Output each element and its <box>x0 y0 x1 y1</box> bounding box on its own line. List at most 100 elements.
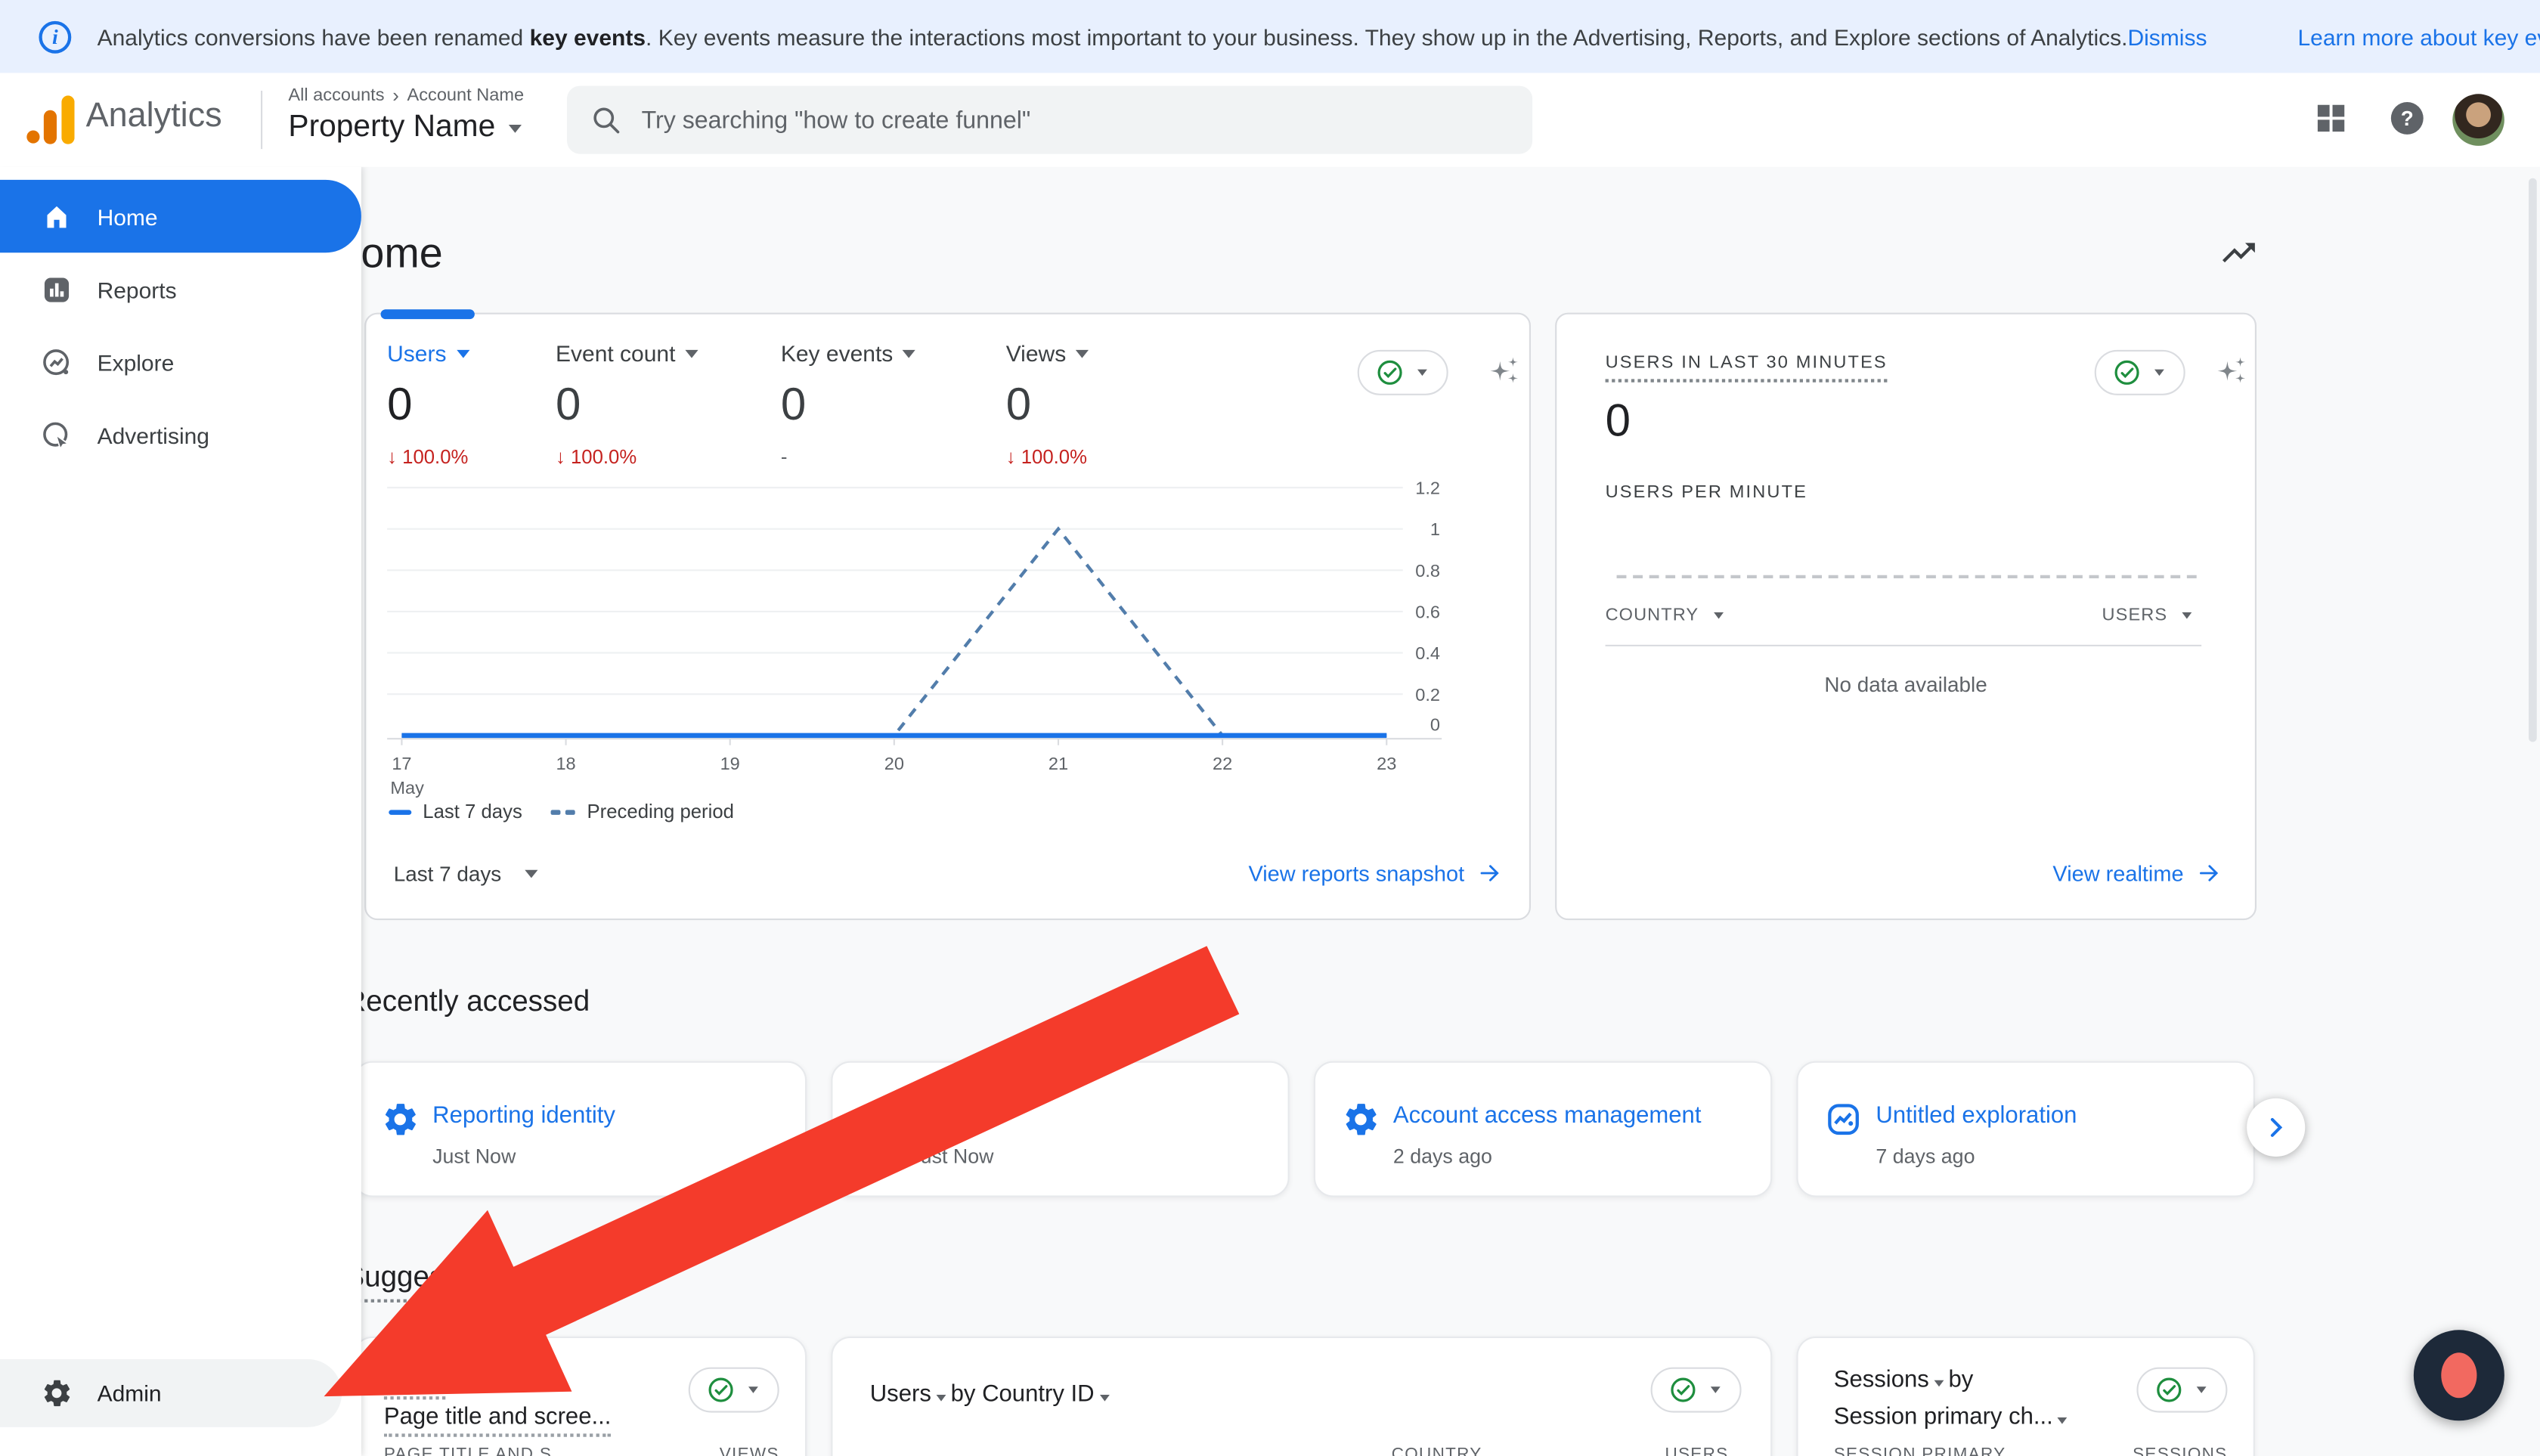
svg-text:20: 20 <box>884 754 904 773</box>
property-name: Property Name <box>288 110 495 146</box>
learn-more-link[interactable]: Learn more about key events <box>2297 23 2540 49</box>
sidebar-item-reports[interactable]: Reports <box>0 252 361 325</box>
app-name: Analytics <box>86 98 222 136</box>
card-metric[interactable]: Views <box>384 1368 446 1400</box>
svg-text:21: 21 <box>1049 754 1068 773</box>
chevron-down-icon <box>1714 612 1724 619</box>
search-bar[interactable] <box>567 86 1532 154</box>
view-realtime-link[interactable]: View realtime <box>2052 860 2222 886</box>
legend-preceding-period: Preceding period <box>551 801 734 823</box>
data-quality-pill[interactable] <box>1651 1368 1742 1413</box>
chevron-right-icon <box>2261 1113 2291 1142</box>
chevron-down-icon <box>508 124 521 132</box>
column-header: SESSIONS <box>2133 1445 2227 1456</box>
recent-card-admin[interactable]: Admin Just Now <box>831 1061 1289 1197</box>
svg-text:1: 1 <box>1430 519 1440 539</box>
sidebar-item-label: Advertising <box>98 422 209 448</box>
insights-icon[interactable] <box>2219 234 2258 272</box>
card-metric[interactable]: Sessions <box>1834 1368 1929 1393</box>
sidebar-item-home[interactable]: Home <box>0 180 361 252</box>
check-circle-icon <box>1668 1375 1697 1405</box>
card-metric[interactable]: Users <box>870 1382 931 1408</box>
svg-text:18: 18 <box>556 754 575 773</box>
chevron-down-icon <box>1076 349 1089 358</box>
chat-fab[interactable] <box>2414 1330 2504 1420</box>
check-circle-icon <box>2154 1375 2183 1405</box>
chevron-down-icon <box>524 870 537 878</box>
chevron-down-icon <box>1934 1380 1944 1387</box>
active-tab-indicator <box>381 309 475 319</box>
users-per-minute-label: USERS PER MINUTE <box>1606 483 1807 503</box>
property-switcher[interactable]: All accounts › Account Name Property Nam… <box>288 84 524 145</box>
column-header: SESSION PRIMARY ... <box>1834 1445 2028 1456</box>
recent-card-account-access-management[interactable]: Account access management 2 days ago <box>1314 1061 1772 1197</box>
legend-last-7-days: Last 7 days <box>389 801 522 823</box>
country-column-header[interactable]: COUNTRY <box>1606 606 1728 625</box>
suggested-card-views-by-page-title[interactable]: Views by Page title and scree... PAGE TI… <box>353 1337 807 1456</box>
carousel-next-button[interactable] <box>2247 1098 2305 1157</box>
scrollbar-thumb[interactable] <box>2529 178 2537 742</box>
insights-sparkle-icon[interactable] <box>1484 353 1522 392</box>
avatar[interactable] <box>2452 94 2504 146</box>
metric-key-events[interactable]: Key events 0 - <box>781 340 915 468</box>
search-input[interactable] <box>642 106 1510 133</box>
metric-value: 0 <box>556 379 698 431</box>
gear-icon <box>859 1100 897 1138</box>
reports-icon <box>41 273 73 305</box>
legend-dashed-swatch <box>551 809 575 813</box>
recent-card-title: Untitled exploration <box>1876 1103 2077 1129</box>
search-icon <box>590 104 622 136</box>
metric-users[interactable]: Users 0 ↓ 100.0% <box>387 340 469 468</box>
data-quality-pill[interactable] <box>2095 350 2185 395</box>
metric-label: Key events <box>781 340 893 366</box>
data-quality-pill[interactable] <box>1358 350 1448 395</box>
recent-card-reporting-identity[interactable]: Reporting identity Just Now <box>353 1061 807 1197</box>
metric-views[interactable]: Views 0 ↓ 100.0% <box>1006 340 1089 468</box>
help-button[interactable] <box>2388 99 2427 138</box>
recent-card-untitled-exploration[interactable]: Untitled exploration 7 days ago <box>1796 1061 2254 1197</box>
suggested-card-sessions-by-channel[interactable]: Sessionsby Session primary ch... SESSION… <box>1796 1337 2254 1456</box>
sidebar-item-label: Home <box>98 203 158 229</box>
breadcrumb-separator-icon: › <box>392 84 399 107</box>
metric-event-count[interactable]: Event count 0 ↓ 100.0% <box>556 340 698 468</box>
svg-text:0.8: 0.8 <box>1415 561 1440 581</box>
recent-card-time: Just Now <box>910 1145 993 1168</box>
realtime-title: USERS IN LAST 30 MINUTES <box>1606 353 1888 383</box>
card-dimension[interactable]: Page title and scree... <box>384 1405 612 1437</box>
dismiss-button[interactable]: Dismiss <box>2127 23 2207 49</box>
view-reports-snapshot-link[interactable]: View reports snapshot <box>1248 860 1503 886</box>
advertising-icon <box>41 419 73 451</box>
recent-card-time: 7 days ago <box>1876 1145 1975 1168</box>
metric-value: 0 <box>387 379 469 431</box>
metric-delta: ↓ 100.0% <box>387 445 469 468</box>
date-range-selector[interactable]: Last 7 days <box>394 862 537 886</box>
chevron-down-icon <box>456 349 469 358</box>
sidebar-item-explore[interactable]: Explore <box>0 326 361 398</box>
sidebar-item-advertising[interactable]: Advertising <box>0 398 361 471</box>
app-header: Analytics All accounts › Account Name Pr… <box>0 73 2540 166</box>
recently-accessed-title: Recently accessed <box>345 985 590 1019</box>
metric-delta: ↓ 100.0% <box>556 445 698 468</box>
data-quality-pill[interactable] <box>2136 1368 2227 1413</box>
apps-grid-button[interactable] <box>2313 101 2349 136</box>
card-dimension[interactable]: Session primary ch... <box>1834 1405 2053 1430</box>
gear-icon <box>381 1100 420 1138</box>
card-dimension[interactable]: Country ID <box>982 1382 1095 1408</box>
trend-chart: 00.20.40.60.811.217181920212223May <box>366 314 1532 922</box>
chevron-down-icon <box>1710 1386 1720 1393</box>
insights-sparkle-icon[interactable] <box>2211 353 2250 392</box>
data-quality-pill[interactable] <box>689 1368 779 1413</box>
banner-message: Analytics conversions have been renamed … <box>98 23 2128 49</box>
suggested-for-you-title: Suggested for you <box>345 1260 581 1294</box>
recent-card-title: Reporting identity <box>432 1103 615 1129</box>
chevron-down-icon <box>2196 1386 2206 1393</box>
suggested-card-users-by-country[interactable]: Usersby Country ID COUNTRY USERS <box>831 1337 1772 1456</box>
check-circle-icon <box>705 1375 735 1405</box>
chevron-down-icon <box>685 349 698 358</box>
chevron-down-icon <box>2058 1417 2068 1424</box>
breadcrumb-account-name[interactable]: Account Name <box>407 86 525 106</box>
breadcrumb-all-accounts[interactable]: All accounts <box>288 86 384 106</box>
users-column-header[interactable]: USERS <box>2102 606 2197 625</box>
sidebar-item-admin[interactable]: Admin <box>0 1359 342 1427</box>
check-circle-icon <box>1374 358 1404 388</box>
